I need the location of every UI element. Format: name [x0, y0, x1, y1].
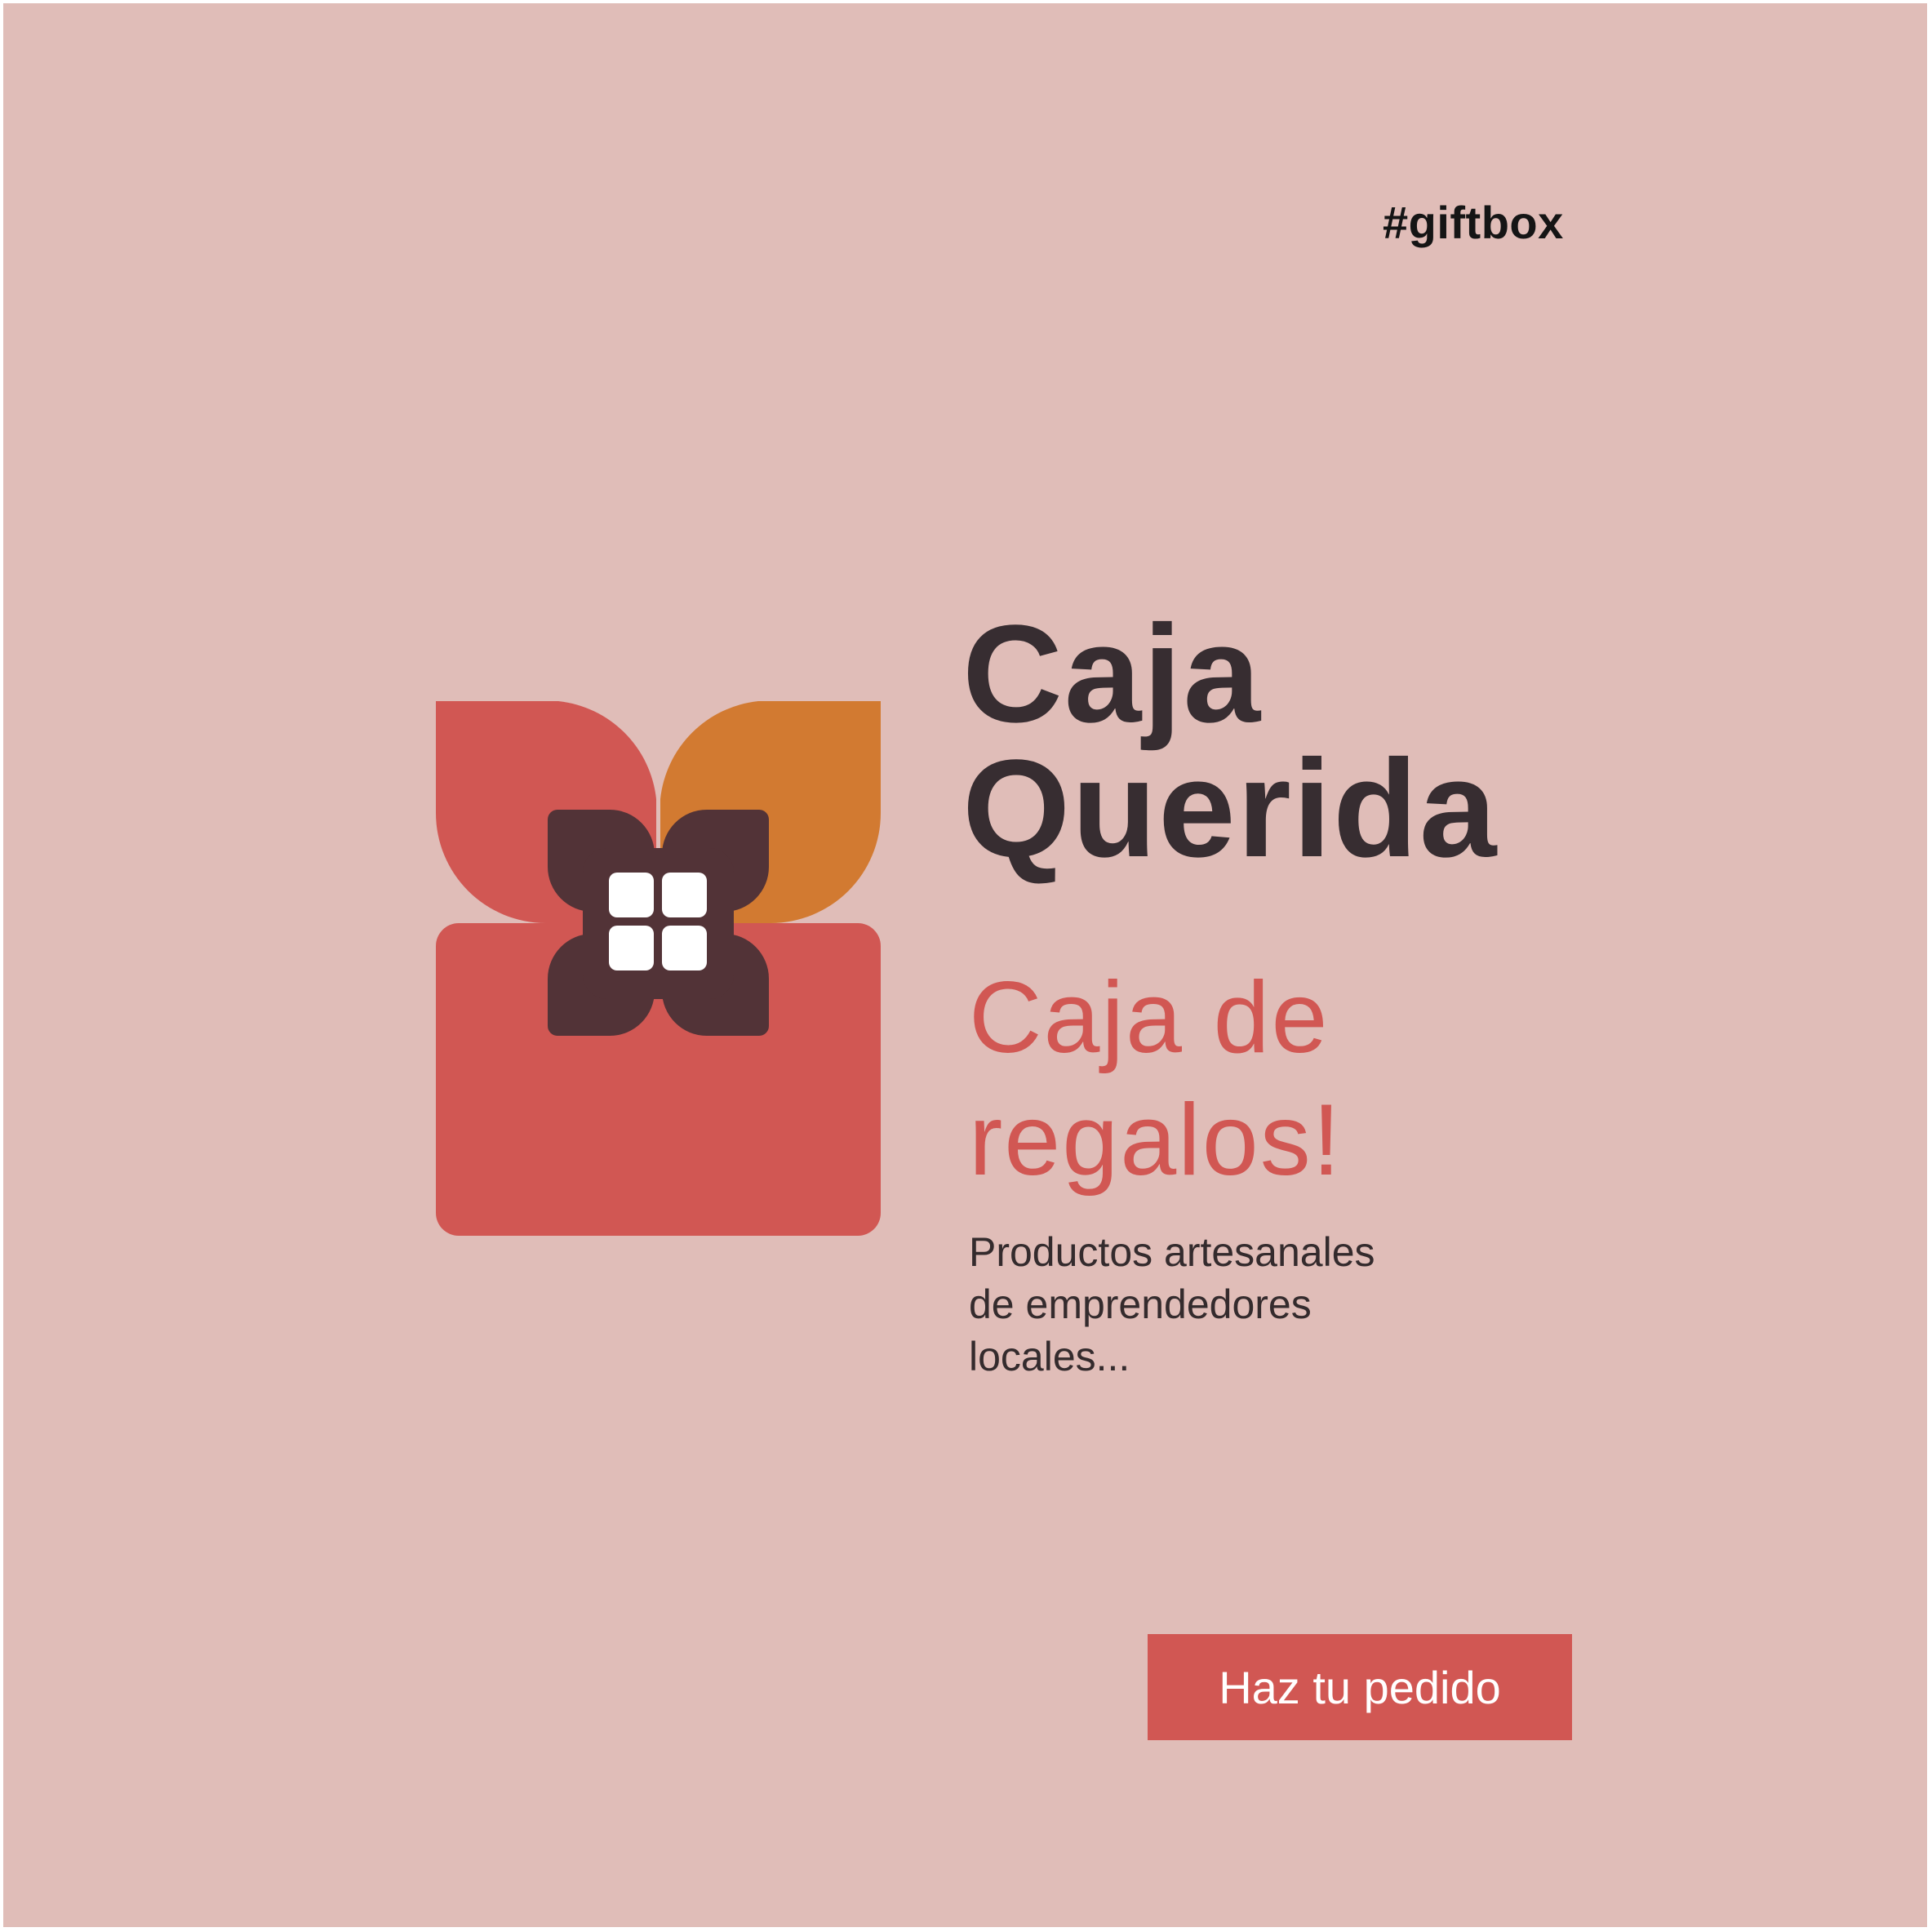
order-button-label: Haz tu pedido [1219, 1661, 1501, 1713]
description-line-1: Productos artesanales [969, 1229, 1375, 1275]
headline-line-1: Caja de [969, 962, 1330, 1074]
brand-title: Caja Querida [962, 597, 1499, 886]
headline-line-2: regalos! [969, 1084, 1343, 1197]
poster: #giftbox Caja Querida Caja de regalos! P… [3, 3, 1927, 1927]
brand-line-2: Querida [962, 731, 1499, 886]
gift-box-flower-icon [436, 701, 881, 1236]
order-button[interactable]: Haz tu pedido [1148, 1634, 1572, 1740]
description-line-2: de emprendedores [969, 1281, 1312, 1327]
description-line-3: locales... [969, 1334, 1130, 1379]
brand-line-1: Caja [962, 597, 1263, 752]
hashtag-label: #giftbox [1383, 197, 1564, 248]
headline: Caja de regalos! [969, 957, 1342, 1201]
description: Productos artesanales de emprendedores l… [969, 1226, 1375, 1383]
